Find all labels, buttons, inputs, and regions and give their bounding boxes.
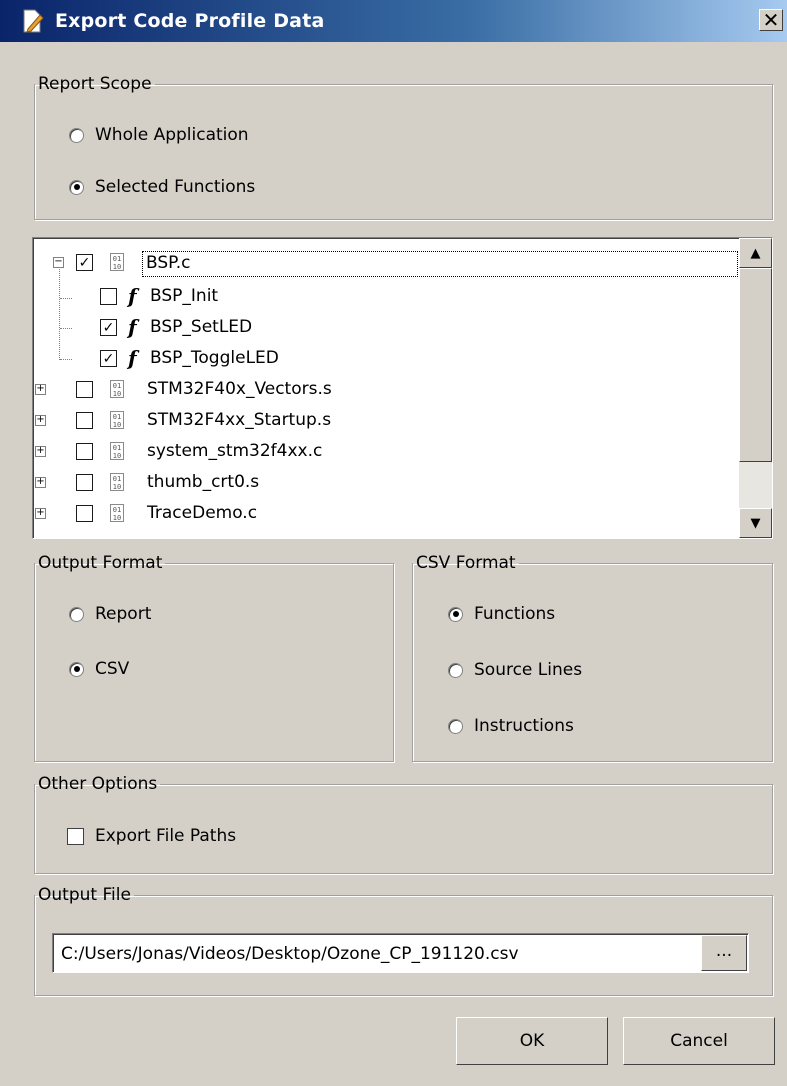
expand-icon[interactable]: + [35, 384, 46, 395]
radio-button[interactable] [448, 662, 463, 678]
source-file-icon: 01 10 [110, 442, 124, 460]
vertical-scrollbar[interactable]: ▲ ▼ [739, 238, 772, 538]
source-file-icon: 01 10 [110, 253, 124, 271]
output-format-legend: Output Format [38, 553, 163, 573]
tree-checkbox[interactable]: ✓ [76, 505, 93, 522]
radio-button[interactable] [69, 661, 84, 677]
radio-button[interactable] [448, 718, 463, 734]
tree-checkbox[interactable]: ✓ [76, 474, 93, 491]
collapse-icon[interactable]: − [53, 257, 64, 268]
radio-button[interactable] [69, 127, 84, 143]
tree-item-label: BSP.c [142, 251, 738, 277]
tree-item-label: BSP_ToggleLED [150, 348, 279, 368]
window-title: Export Code Profile Data [55, 10, 325, 32]
source-file-icon: 01 10 [110, 411, 124, 429]
tree-item-label: STM32F4xx_Startup.s [147, 410, 332, 430]
output-file-legend: Output File [38, 885, 131, 905]
radio-label: Report [95, 604, 152, 624]
tree-item-label: STM32F40x_Vectors.s [147, 379, 332, 399]
scroll-down-button[interactable]: ▼ [739, 508, 772, 538]
tree-checkbox[interactable]: ✓ [76, 443, 93, 460]
tree-item-label: thumb_crt0.s [147, 472, 260, 492]
radio-selected-functions[interactable]: Selected Functions [69, 177, 255, 197]
document-edit-icon [23, 9, 44, 33]
function-icon: f [128, 315, 137, 339]
function-icon: f [128, 346, 137, 370]
export-file-paths-checkbox[interactable]: ✓ [67, 827, 84, 845]
scroll-up-button[interactable]: ▲ [739, 238, 772, 268]
radio-label: Selected Functions [95, 177, 256, 197]
radio-report[interactable]: Report [69, 604, 151, 624]
radio-csv[interactable]: CSV [69, 659, 129, 679]
radio-label: Functions [474, 604, 556, 624]
radio-functions[interactable]: Functions [448, 604, 555, 624]
scrollbar-thumb[interactable] [739, 268, 772, 462]
output-file-path-value: C:/Users/Jonas/Videos/Desktop/Ozone_CP_1… [61, 944, 519, 964]
report-scope-legend: Report Scope [38, 74, 152, 94]
radio-label: Whole Application [95, 125, 249, 145]
tree-item-label: BSP_Init [150, 286, 219, 306]
export-file-paths-option[interactable]: ✓ Export File Paths [67, 826, 236, 846]
expand-icon[interactable]: + [35, 508, 46, 519]
tree-checkbox[interactable]: ✓ [76, 254, 93, 271]
tree-connector [60, 298, 72, 299]
csv-format-legend: CSV Format [416, 553, 516, 573]
tree-connector [60, 328, 72, 329]
source-file-icon: 01 10 [110, 504, 124, 522]
other-options-legend: Other Options [38, 774, 158, 794]
tree-item-label: BSP_SetLED [150, 317, 253, 337]
source-file-icon: 01 10 [110, 473, 124, 491]
ok-button[interactable]: OK [456, 1017, 608, 1065]
title-bar: Export Code Profile Data ✕ [0, 0, 787, 42]
tree-checkbox[interactable]: ✓ [100, 288, 117, 305]
cancel-button[interactable]: Cancel [623, 1017, 775, 1065]
tree-item-label: TraceDemo.c [147, 503, 258, 523]
radio-button[interactable] [69, 179, 84, 195]
expand-icon[interactable]: + [35, 415, 46, 426]
radio-button[interactable] [448, 606, 463, 622]
radio-instructions[interactable]: Instructions [448, 716, 574, 736]
radio-label: Source Lines [474, 660, 583, 680]
tree-item-label: system_stm32f4xx.c [147, 441, 323, 461]
radio-whole-application[interactable]: Whole Application [69, 125, 249, 145]
output-format-group: Output Format [34, 553, 394, 762]
tree-connector [60, 359, 72, 360]
tree-checkbox[interactable]: ✓ [76, 381, 93, 398]
function-tree[interactable]: − ✓ 0110 BSP.c ✓ f BSP_Init ✓ f BSP_SetL… [32, 237, 773, 539]
close-button[interactable]: ✕ [759, 9, 783, 31]
radio-label: CSV [95, 659, 130, 679]
tree-checkbox[interactable]: ✓ [76, 412, 93, 429]
browse-button[interactable]: ... [701, 935, 747, 971]
other-options-group: Other Options [34, 774, 773, 874]
checkbox-label: Export File Paths [95, 826, 237, 846]
tree-checkbox[interactable]: ✓ [100, 350, 117, 367]
radio-label: Instructions [474, 716, 574, 736]
radio-source-lines[interactable]: Source Lines [448, 660, 582, 680]
expand-icon[interactable]: + [35, 477, 46, 488]
output-file-path-input[interactable]: C:/Users/Jonas/Videos/Desktop/Ozone_CP_1… [52, 933, 749, 973]
tree-checkbox[interactable]: ✓ [100, 319, 117, 336]
tree-connector [59, 264, 60, 360]
report-scope-group: Report Scope [34, 74, 773, 220]
function-icon: f [128, 284, 137, 308]
source-file-icon: 01 10 [110, 380, 124, 398]
radio-button[interactable] [69, 606, 84, 622]
expand-icon[interactable]: + [35, 446, 46, 457]
